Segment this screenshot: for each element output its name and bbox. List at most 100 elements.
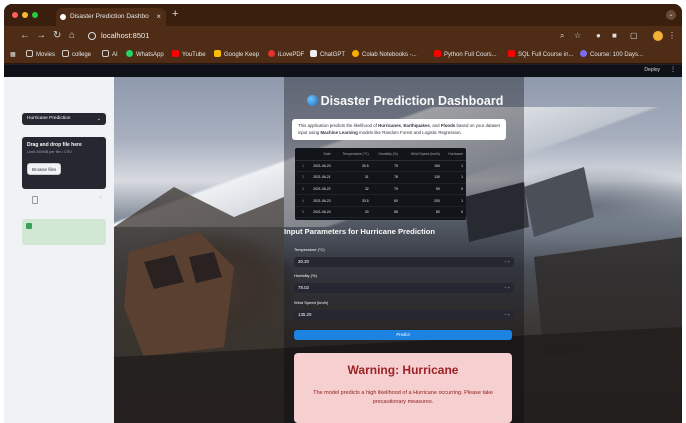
- disaster-type-select[interactable]: Hurricane Prediction ⌄: [22, 113, 106, 125]
- uploaded-file-row: ×: [22, 195, 106, 207]
- table-cell[interactable]: 2021-06-24: [307, 206, 334, 219]
- column-header[interactable]: Wind Speed (km/h): [400, 148, 443, 161]
- table-cell[interactable]: 85: [371, 206, 401, 219]
- bookmark-star-icon[interactable]: ☆: [574, 30, 581, 42]
- dataset-table[interactable]: Date Temperature (°C) Humidity (%) Wind …: [295, 148, 466, 220]
- warning-title: Warning: Hurricane: [347, 363, 459, 377]
- table-cell[interactable]: 32: [333, 183, 372, 196]
- browse-files-button[interactable]: Browse files: [27, 163, 62, 175]
- table-cell[interactable]: 1: [442, 160, 466, 173]
- tab-search-icon[interactable]: ⌄: [666, 10, 676, 20]
- table-cell[interactable]: 90: [400, 183, 443, 196]
- table-cell[interactable]: 78: [371, 171, 401, 184]
- bookmark-ai[interactable]: AI: [102, 49, 118, 61]
- page-title: Disaster Prediction Dashboard: [294, 93, 516, 109]
- bookmark-colab[interactable]: Colab Notebooks -...: [352, 49, 417, 61]
- app-menu-icon[interactable]: ⋮: [670, 66, 676, 73]
- maximize-window-icon[interactable]: [32, 12, 38, 18]
- bookmark-chatgpt[interactable]: ChatGPT: [310, 49, 345, 61]
- column-header[interactable]: Hurricane: [442, 148, 466, 161]
- file-uploader[interactable]: Drag and drop file here Limit 200MB per …: [22, 137, 106, 189]
- humidity-input[interactable]: 78.02 − +: [294, 283, 514, 293]
- temperature-value: 30.20: [298, 259, 309, 264]
- side-panel-icon[interactable]: ▢: [630, 30, 638, 42]
- extensions-icon[interactable]: ■: [612, 30, 617, 42]
- back-icon[interactable]: ←: [20, 30, 30, 42]
- temperature-label: Temperature (°C): [294, 247, 325, 252]
- bookmark-google-keep[interactable]: Google Keep: [214, 49, 259, 61]
- row-index: 1: [295, 160, 307, 173]
- column-header[interactable]: Date: [307, 148, 334, 161]
- shield-icon[interactable]: ●: [596, 30, 601, 42]
- browser-menu-icon[interactable]: ⋮: [668, 30, 676, 42]
- bookmark-label: WhatsApp: [136, 52, 164, 58]
- bookmark-youtube[interactable]: YouTube: [172, 49, 206, 61]
- wind-speed-input[interactable]: 135.20 − +: [294, 310, 514, 320]
- table-cell[interactable]: 31: [333, 171, 372, 184]
- bookmark-sql[interactable]: SQL Full Course in...: [508, 49, 573, 61]
- tab-close-icon[interactable]: ×: [156, 8, 161, 26]
- table-cell[interactable]: 0: [442, 183, 466, 196]
- bookmark-movies[interactable]: Movies: [26, 49, 55, 61]
- warning-text: The model predicts a high likelihood of …: [313, 390, 493, 405]
- table-cell[interactable]: 80: [400, 206, 443, 219]
- temperature-input[interactable]: 30.20 − +: [294, 257, 514, 267]
- browser-tab[interactable]: Disaster Prediction Dashbo ×: [56, 8, 166, 26]
- bookmark-college[interactable]: college: [62, 49, 91, 61]
- bookmark-label: Python Full Cours...: [444, 52, 497, 58]
- minimize-window-icon[interactable]: [22, 12, 28, 18]
- table-cell[interactable]: 1: [442, 171, 466, 184]
- bookmark-course[interactable]: Course: 100 Days...: [580, 49, 643, 61]
- home-icon[interactable]: ⌂: [69, 30, 75, 42]
- table-cell[interactable]: 79: [371, 183, 401, 196]
- deploy-button[interactable]: Deploy: [644, 67, 660, 73]
- new-tab-icon[interactable]: +: [172, 8, 178, 20]
- table-cell[interactable]: 2021-06-20: [307, 160, 334, 173]
- desc-keyword: Earthquakes: [403, 123, 430, 128]
- table-cell[interactable]: 200: [400, 194, 443, 207]
- table-cell[interactable]: 150: [400, 160, 443, 173]
- select-value: Hurricane Prediction: [27, 116, 71, 121]
- section-title: Input Parameters for Hurricane Predictio…: [284, 227, 436, 236]
- close-window-icon[interactable]: [12, 12, 18, 18]
- bookmark-whatsapp[interactable]: WhatsApp: [126, 49, 164, 61]
- stepper-icon[interactable]: − +: [504, 310, 510, 320]
- address-bar[interactable]: localhost:8501: [101, 30, 149, 42]
- bookmark-ilovepdf[interactable]: iLovePDF: [268, 49, 304, 61]
- app-header: Deploy ⋮: [114, 65, 682, 77]
- zoom-icon[interactable]: ⌕: [560, 30, 564, 42]
- reload-icon[interactable]: ↻: [53, 30, 61, 42]
- tab-favicon-icon: [60, 14, 66, 20]
- bookmark-label: YouTube: [182, 52, 206, 58]
- stepper-icon[interactable]: − +: [504, 283, 510, 293]
- table-cell[interactable]: 2021-06-21: [307, 171, 334, 184]
- remove-file-icon[interactable]: ×: [99, 195, 102, 201]
- bookmark-label: Movies: [36, 52, 56, 58]
- bookmark-python[interactable]: Python Full Cours...: [434, 49, 497, 61]
- forward-icon[interactable]: →: [36, 30, 46, 42]
- streamlit-app: Deploy ⋮ Hurricane Prediction ⌄ Drag and…: [4, 65, 682, 423]
- table-cell[interactable]: 2021-06-23: [307, 194, 334, 207]
- globe-icon: [306, 95, 318, 106]
- column-header[interactable]: Temperature (°C): [333, 148, 372, 161]
- table-cell[interactable]: 130: [400, 171, 443, 184]
- site-info-icon[interactable]: [88, 32, 96, 40]
- column-header[interactable]: Humidity (%): [371, 148, 401, 161]
- table-cell[interactable]: 30.5: [333, 160, 372, 173]
- column-header[interactable]: [295, 148, 307, 161]
- table-cell[interactable]: 0: [442, 206, 466, 219]
- table-cell[interactable]: 30: [333, 206, 372, 219]
- wind-speed-value: 135.20: [298, 312, 312, 317]
- stepper-icon[interactable]: − +: [504, 257, 510, 267]
- table-cell[interactable]: 75: [371, 160, 401, 173]
- table-cell[interactable]: 60: [371, 194, 401, 207]
- table-cell[interactable]: 2021-06-22: [307, 183, 334, 196]
- table-cell[interactable]: 33.5: [333, 194, 372, 207]
- apps-icon[interactable]: ▦: [10, 49, 16, 61]
- table-cell[interactable]: 1: [442, 194, 466, 207]
- humidity-value: 78.02: [298, 285, 309, 290]
- uploader-title: Drag and drop file here: [27, 142, 82, 148]
- predict-button[interactable]: Predict: [294, 330, 512, 340]
- page-title-text: Disaster Prediction Dashboard: [320, 94, 504, 108]
- profile-avatar[interactable]: [653, 31, 663, 41]
